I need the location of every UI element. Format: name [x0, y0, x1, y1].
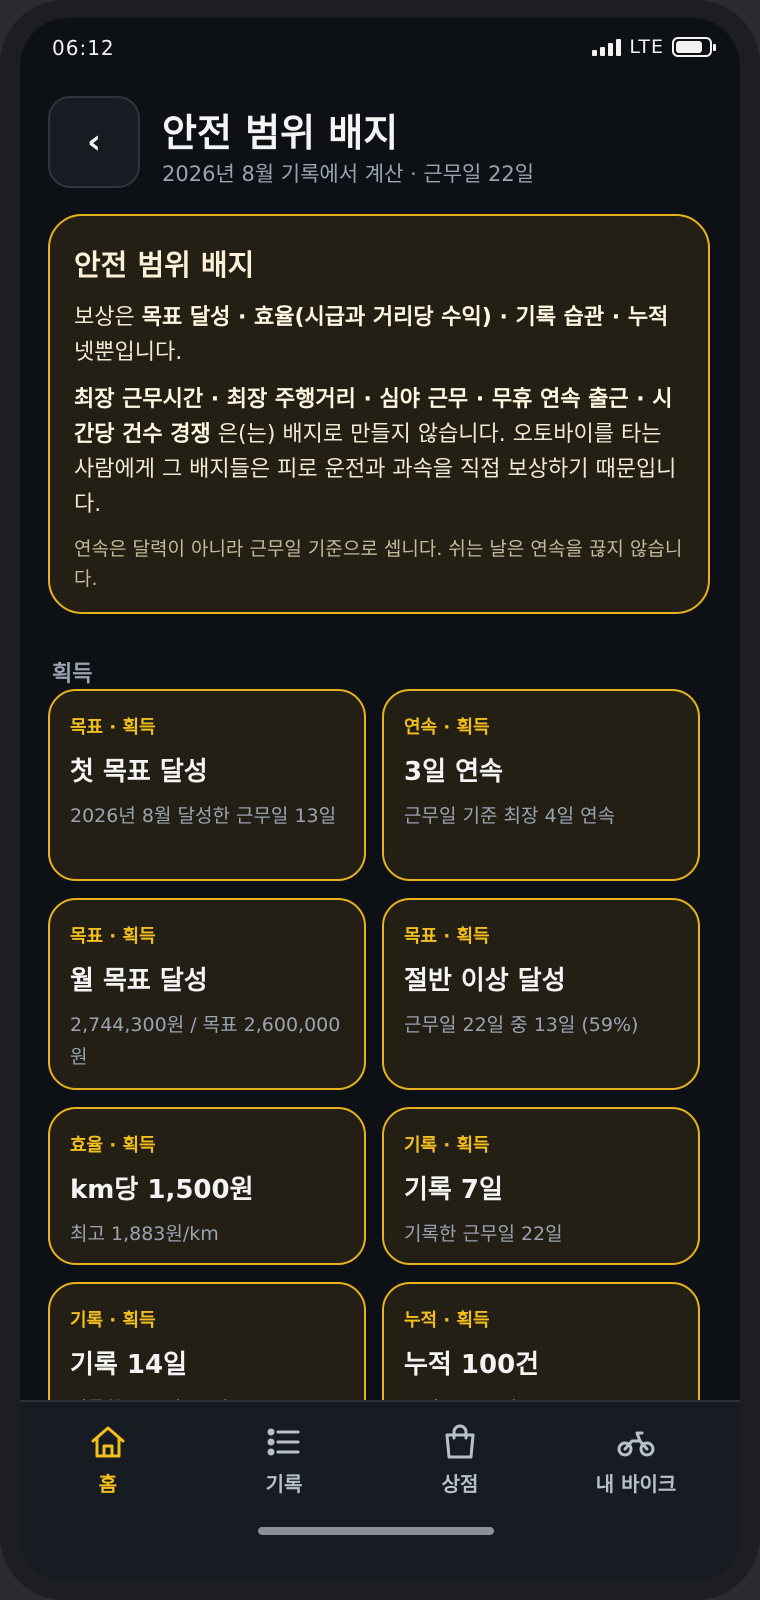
- badge-tag: 기록 · 획득: [404, 1135, 490, 1156]
- home-icon: [91, 1426, 125, 1458]
- badge-tag: 목표 · 획득: [70, 717, 156, 738]
- info-paragraph-excluded: 최장 근무시간 · 최장 주행거리 · 심야 근무 · 무휴 연속 출근 · 시…: [74, 387, 677, 517]
- badge-tag: 누적 · 획득: [404, 1310, 490, 1331]
- chevron-left-icon: ‹: [86, 122, 101, 162]
- badge-tag: 목표 · 획득: [70, 926, 156, 947]
- badge-tag: 목표 · 획득: [404, 926, 490, 947]
- nav-my-bike-label: 내 바이크: [595, 1472, 677, 1496]
- badge-desc: 2,744,300원 / 목표 2,600,000원: [70, 1014, 341, 1068]
- badge-card[interactable]: 목표 · 획득 월 목표 달성 2,744,300원 / 목표 2,600,00…: [48, 898, 366, 1090]
- status-bar: 06:12 LTE: [20, 18, 740, 78]
- badge-tag: 연속 · 획득: [404, 717, 490, 738]
- home-indicator: [258, 1527, 494, 1535]
- badge-desc: 기록한 근무일 22일: [404, 1223, 563, 1245]
- badge-desc: 최고 1,883원/km: [70, 1223, 219, 1245]
- page-subtitle: 2026년 8월 기록에서 계산 · 근무일 22일: [162, 162, 535, 186]
- back-button[interactable]: ‹: [48, 96, 140, 188]
- badge-card[interactable]: 연속 · 획득 3일 연속 근무일 기준 최장 4일 연속: [382, 689, 700, 881]
- shopping-bag-icon: [445, 1424, 475, 1459]
- status-indicators: LTE: [592, 36, 716, 58]
- badge-card[interactable]: 목표 · 획득 첫 목표 달성 2026년 8월 달성한 근무일 13일: [48, 689, 366, 881]
- badge-desc: 2026년 8월 달성한 근무일 13일: [70, 805, 337, 827]
- badge-title: 월 목표 달성: [70, 966, 208, 996]
- nav-shop[interactable]: 상점: [390, 1422, 530, 1497]
- badge-title: 첫 목표 달성: [70, 757, 208, 787]
- badge-tag: 효율 · 획득: [70, 1135, 156, 1156]
- badge-tag: 기록 · 획득: [70, 1310, 156, 1331]
- badge-title: 기록 7일: [404, 1175, 503, 1205]
- section-label-earned: 획득: [52, 662, 93, 687]
- screen: 06:12 LTE ‹ 안전 범위 배지 2026년 8월 기록에서 계산 · …: [20, 18, 740, 1582]
- info-note: 연속은 달력이 아니라 근무일 기준으로 셉니다. 쉬는 날은 연속을 끊지 않…: [74, 538, 683, 590]
- nav-shop-label: 상점: [441, 1472, 479, 1496]
- motorbike-icon: [617, 1431, 655, 1457]
- safety-info-card: 안전 범위 배지 보상은 목표 달성 · 효율(시급과 거리당 수익) · 기록…: [48, 214, 710, 614]
- info-paragraph-rewards: 보상은 목표 달성 · 효율(시급과 거리당 수익) · 기록 습관 · 누적 …: [74, 305, 669, 365]
- badge-card[interactable]: 기록 · 획득 기록 7일 기록한 근무일 22일: [382, 1107, 700, 1265]
- nav-records-label: 기록: [265, 1472, 303, 1496]
- badge-title: 3일 연속: [404, 757, 503, 787]
- nav-home-label: 홈: [98, 1472, 118, 1496]
- status-time: 06:12: [52, 36, 115, 60]
- info-title: 안전 범위 배지: [74, 248, 255, 282]
- badge-title: km당 1,500원: [70, 1175, 254, 1205]
- badge-title: 절반 이상 달성: [404, 966, 566, 996]
- badge-card[interactable]: 효율 · 획득 km당 1,500원 최고 1,883원/km: [48, 1107, 366, 1265]
- battery-icon: [672, 37, 716, 57]
- badge-card[interactable]: 목표 · 획득 절반 이상 달성 근무일 22일 중 13일 (59%): [382, 898, 700, 1090]
- list-icon: [267, 1428, 300, 1456]
- badge-title: 누적 100건: [404, 1350, 540, 1380]
- phone-frame: 06:12 LTE ‹ 안전 범위 배지 2026년 8월 기록에서 계산 · …: [0, 0, 760, 1600]
- badge-title: 기록 14일: [70, 1350, 187, 1380]
- network-label: LTE: [629, 36, 664, 58]
- signal-icon: [592, 38, 622, 56]
- nav-home[interactable]: 홈: [38, 1422, 178, 1497]
- badge-desc: 근무일 22일 중 13일 (59%): [404, 1014, 639, 1036]
- nav-my-bike[interactable]: 내 바이크: [566, 1422, 706, 1497]
- bottom-nav: 홈 기록 상점 내 바이크: [20, 1400, 740, 1582]
- nav-records[interactable]: 기록: [214, 1422, 354, 1497]
- page-title: 안전 범위 배지: [162, 111, 399, 155]
- badge-desc: 근무일 기준 최장 4일 연속: [404, 805, 616, 827]
